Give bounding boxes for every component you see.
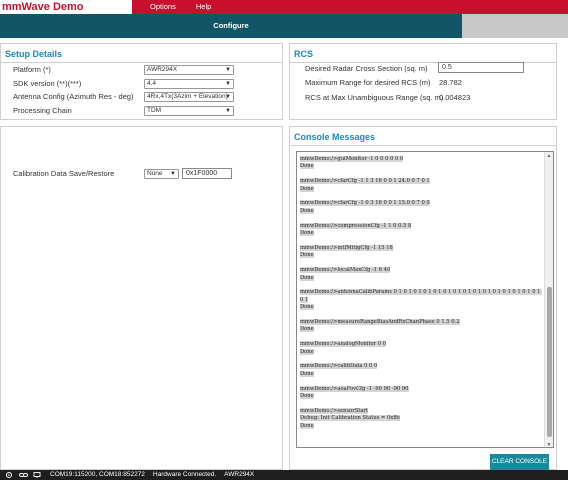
antenna-select[interactable]: 4Rx,4Tx(3Azim + Elevation) ▼	[144, 92, 234, 102]
console-line: mmwDemo:/>intfMitigCfg -1 15 18	[300, 244, 393, 251]
console-line: mmwDemo:/>localMaxCfg -1 6 40	[300, 267, 391, 274]
sdk-value: 4.4	[147, 80, 157, 87]
scroll-down-icon[interactable]: ▼	[545, 441, 553, 447]
calibration-mode-value: None	[147, 170, 163, 177]
app-title: mmWave Demo Visualizer	[0, 0, 132, 27]
sdk-label: SDK version (**)(***)	[13, 79, 82, 88]
console-line: Done	[300, 252, 314, 259]
setup-details-title: Setup Details	[5, 49, 63, 59]
console-text: mmwDemo:/>guiMonitor -1 0 0 0 0 0 0 Done …	[300, 156, 543, 430]
max-range-value: 28.782	[439, 78, 462, 87]
divider	[1, 62, 282, 63]
menu-bar: Options Help	[140, 0, 221, 14]
console-line: Done	[300, 326, 314, 333]
settings-icon[interactable]	[4, 470, 14, 480]
calibration-mode-select[interactable]: None ▼	[144, 169, 179, 179]
menu-help[interactable]: Help	[186, 0, 221, 14]
console-output[interactable]: mmwDemo:/>guiMonitor -1 0 0 0 0 0 0 Done …	[296, 151, 554, 448]
calibration-panel: Calibration Data Save/Restore None ▼ 0x1…	[0, 126, 283, 470]
console-line: mmwDemo:/>aoaFovCfg -1 -90 90 -90 90	[300, 385, 409, 392]
processing-chain-select[interactable]: TDM ▼	[144, 106, 234, 116]
chevron-down-icon: ▼	[225, 108, 231, 114]
console-line: Done	[300, 274, 314, 281]
console-scrollbar[interactable]: ▲ ▼	[544, 152, 553, 447]
calibration-label: Calibration Data Save/Restore	[13, 169, 115, 178]
status-bar: COM19:115200, COM18:852272 Hardware Conn…	[0, 470, 568, 480]
scroll-thumb[interactable]	[547, 287, 552, 437]
console-line: Done	[300, 185, 314, 192]
monitor-icon[interactable]	[32, 470, 42, 480]
chevron-down-icon: ▼	[170, 171, 176, 177]
sdk-select[interactable]: 4.4 ▼	[144, 79, 234, 89]
status-connection: Hardware Connected.	[152, 471, 217, 478]
chevron-down-icon: ▼	[225, 94, 231, 100]
platform-value: AWR294X	[147, 66, 178, 73]
console-line: Done	[300, 370, 314, 377]
console-line: mmwDemo:/>antennaCalibParams 0 1 0 1 0 1…	[300, 289, 543, 303]
max-range-label: Maximum Range for desired RCS (m)	[305, 78, 431, 87]
chevron-down-icon: ▼	[225, 67, 231, 73]
console-line: mmwDemo:/>guiMonitor -1 0 0 0 0 0 0	[300, 156, 404, 162]
menu-options[interactable]: Options	[140, 0, 186, 14]
setup-details-panel: Setup Details Platform (*) AWR294X ▼ SDK…	[0, 43, 283, 120]
console-line: mmwDemo:/>sensorStart	[300, 407, 369, 414]
console-line: Done	[300, 207, 314, 214]
processing-chain-label: Processing Chain	[13, 106, 72, 115]
scroll-up-icon[interactable]: ▲	[545, 152, 553, 160]
rcs-panel: RCS Desired Radar Cross Section (sq. m) …	[289, 43, 557, 120]
link-icon[interactable]	[18, 470, 28, 480]
console-line: Debug: Init Calibration Status = 0xffe	[300, 415, 400, 422]
console-line: Done	[300, 348, 314, 355]
console-line: Done	[300, 304, 314, 311]
tab-configure[interactable]: Configure	[0, 14, 462, 38]
antenna-label: Antenna Config (Azimuth Res - deg)	[13, 92, 134, 101]
status-ports: COM19:115200, COM18:852272	[50, 471, 145, 478]
console-line: Done	[300, 422, 314, 429]
title-bar: mmWave Demo Visualizer Options Help	[0, 0, 568, 27]
status-device: AWR294X	[224, 471, 255, 478]
desired-rcs-label: Desired Radar Cross Section (sq. m)	[305, 64, 428, 73]
console-line: mmwDemo:/>cfarCfg -1 0 3 16 0 0 1 15.0 0…	[300, 200, 430, 207]
console-line: mmwDemo:/>cfarCfg -1 1 3 16 0 0 1 24.0 0…	[300, 178, 430, 185]
processing-chain-value: TDM	[147, 107, 162, 114]
platform-select[interactable]: AWR294X ▼	[144, 65, 234, 75]
divider	[290, 145, 556, 146]
chevron-down-icon: ▼	[225, 81, 231, 87]
tab-bar: Configure	[0, 14, 568, 38]
console-line: mmwDemo:/>measureRangeBiasAndRxChanPhase…	[300, 318, 460, 325]
console-line: mmwDemo:/>analogMonitor 0 0	[300, 341, 387, 348]
console-line: mmwDemo:/>compressionCfg -1 1 0 0.5 8	[300, 222, 412, 229]
console-line: Done	[300, 163, 314, 170]
rcs-title: RCS	[294, 49, 314, 59]
console-line: Done	[300, 393, 314, 399]
console-title: Console Messages	[294, 132, 376, 142]
clear-console-button[interactable]: CLEAR CONSOLE	[490, 454, 549, 470]
rcs-unambiguous-value: 0.004823	[439, 93, 471, 102]
console-line: mmwDemo:/>calibData 0 0 0	[300, 363, 378, 370]
platform-label: Platform (*)	[13, 65, 51, 74]
desired-rcs-input[interactable]: 0.5	[438, 62, 524, 73]
calibration-address-input[interactable]: 0x1F0000	[182, 168, 232, 179]
rcs-unambiguous-label: RCS at Max Unambiguous Range (sq. m)	[305, 93, 444, 102]
antenna-value: 4Rx,4Tx(3Azim + Elevation)	[147, 93, 228, 100]
console-line: Done	[300, 230, 314, 237]
